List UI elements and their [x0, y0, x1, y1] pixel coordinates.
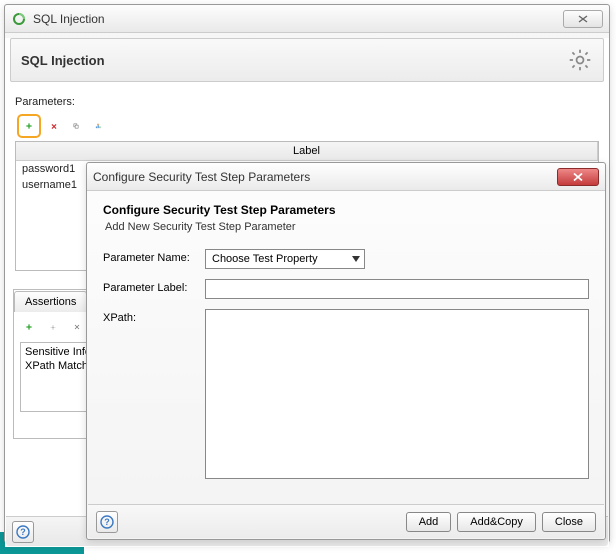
remove-assertion-button[interactable]	[68, 318, 86, 336]
dialog-titlebar: Configure Security Test Step Parameters	[87, 163, 605, 191]
highlight-add	[17, 114, 41, 138]
remove-parameter-button[interactable]	[45, 117, 63, 135]
header-strip: SQL Injection	[10, 38, 604, 82]
copy-parameter-button[interactable]	[67, 117, 85, 135]
xpath-label: XPath:	[103, 309, 205, 324]
add-copy-button[interactable]: Add&Copy	[457, 512, 536, 532]
window-close-button[interactable]	[563, 10, 603, 28]
dialog-subheading: Add New Security Test Step Parameter	[105, 221, 589, 233]
main-titlebar: SQL Injection	[5, 5, 609, 33]
row-parameter-name: Parameter Name: Choose Test Property	[103, 249, 589, 269]
add-parameter-button[interactable]	[20, 117, 38, 135]
dialog-heading: Configure Security Test Step Parameters	[103, 203, 589, 217]
xpath-input[interactable]	[205, 309, 589, 479]
parameter-label-label: Parameter Label:	[103, 279, 205, 294]
add-button[interactable]: Add	[406, 512, 452, 532]
parameter-label-input[interactable]	[205, 279, 589, 299]
tab-assertions[interactable]: Assertions	[14, 291, 87, 312]
select-value: Choose Test Property	[212, 253, 318, 265]
extract-parameter-button[interactable]	[89, 117, 107, 135]
gear-icon[interactable]	[567, 47, 593, 73]
parameter-name-select[interactable]: Choose Test Property	[205, 249, 365, 269]
column-label: Label	[16, 142, 598, 160]
app-icon	[11, 11, 27, 27]
parameter-name-label: Parameter Name:	[103, 249, 205, 264]
svg-text:?: ?	[104, 517, 110, 527]
svg-text:?: ?	[20, 527, 26, 537]
dialog-help-button[interactable]: ?	[96, 511, 118, 533]
dialog-close-button[interactable]	[557, 168, 599, 186]
configure-assertion-button[interactable]	[44, 318, 62, 336]
configure-parameters-dialog: Configure Security Test Step Parameters …	[86, 162, 606, 540]
table-header-row: Label	[16, 142, 598, 161]
close-button[interactable]: Close	[542, 512, 596, 532]
row-parameter-label: Parameter Label:	[103, 279, 589, 299]
parameters-toolbar	[15, 114, 599, 138]
add-assertion-button[interactable]	[20, 318, 38, 336]
window-title: SQL Injection	[33, 12, 559, 26]
chevron-down-icon	[352, 253, 360, 265]
help-button[interactable]: ?	[12, 521, 34, 543]
dialog-footer: ? Add Add&Copy Close	[88, 504, 604, 538]
dialog-body: Configure Security Test Step Parameters …	[87, 191, 605, 495]
parameters-label: Parameters:	[15, 96, 599, 108]
page-title: SQL Injection	[21, 53, 105, 68]
row-xpath: XPath:	[103, 309, 589, 479]
dialog-title: Configure Security Test Step Parameters	[93, 170, 557, 184]
